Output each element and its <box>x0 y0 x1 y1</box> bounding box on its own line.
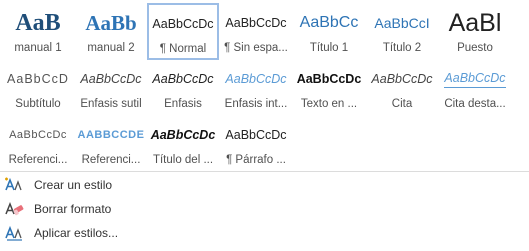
style-label: Énfasis <box>164 98 202 110</box>
style-label: Énfasis int... <box>224 98 288 110</box>
style-preview: AaBbCcDc <box>152 17 214 31</box>
create-style-label: Crear un estilo <box>34 178 113 192</box>
style-preview: AaBbCcDc <box>296 72 362 86</box>
style-referencia-intensa[interactable]: AABBCCDE Referenci... <box>75 115 147 172</box>
clear-formatting-label: Borrar formato <box>34 202 112 216</box>
style-titulo-2[interactable]: AaBbCcI Título 2 <box>366 3 438 60</box>
style-preview: AaBbCcDc <box>225 16 287 30</box>
style-preview: AaBbCc <box>299 14 359 31</box>
apply-styles-command[interactable]: Aplicar estilos... <box>4 222 204 244</box>
style-label: ¶ Sin espa... <box>224 42 288 54</box>
style-preview: AaBbCcDc <box>152 72 214 86</box>
style-enfasis-intenso[interactable]: AaBbCcDc Énfasis int... <box>220 59 292 116</box>
style-preview: AaBbCcDc <box>225 72 287 86</box>
style-preview: AaBbCcD <box>7 72 69 86</box>
style-manual-1[interactable]: AaB manual 1 <box>2 3 74 60</box>
clear-formatting-command[interactable]: Borrar formato <box>4 198 204 220</box>
style-sin-espaciado[interactable]: AaBbCcDc ¶ Sin espa... <box>220 3 292 60</box>
style-preview: AaBbCcDc <box>150 128 216 142</box>
style-label: ¶ Párrafo ... <box>226 154 286 166</box>
style-label: Texto en ... <box>300 98 358 110</box>
style-preview: AaBb <box>85 10 137 35</box>
style-subtitulo[interactable]: AaBbCcD Subtítulo <box>2 59 74 116</box>
style-preview: AaBbCcDc <box>444 71 506 88</box>
style-label: Puesto <box>457 42 493 54</box>
create-style-command[interactable]: Crear un estilo <box>4 174 204 196</box>
style-parrafo-de-lista[interactable]: AaBbCcDc ¶ Párrafo ... <box>220 115 292 172</box>
style-label: manual 2 <box>87 42 135 54</box>
style-enfasis-sutil[interactable]: AaBbCcDc Énfasis sutil <box>75 59 147 116</box>
style-cita-destacada[interactable]: AaBbCcDc Cita desta... <box>439 59 511 116</box>
style-preview: AaBbCcDc <box>9 129 67 141</box>
style-preview: AaBl <box>448 8 502 37</box>
style-label: Subtítulo <box>15 98 61 110</box>
styles-gallery: AaB manual 1 AaBb manual 2 AaBbCcDc ¶ No… <box>0 0 529 172</box>
apply-styles-label: Aplicar estilos... <box>34 226 119 240</box>
style-label: Título 2 <box>382 42 422 54</box>
style-manual-2[interactable]: AaBb manual 2 <box>75 3 147 60</box>
style-preview: AaB <box>15 9 61 36</box>
create-style-icon <box>4 176 26 194</box>
apply-styles-icon <box>4 224 26 242</box>
style-label: Título 1 <box>309 42 349 54</box>
style-preview: AaBbCcDc <box>80 72 142 86</box>
style-preview: AABBCCDE <box>77 129 145 141</box>
style-label: Cita <box>391 98 413 110</box>
style-preview: AaBbCcDc <box>371 72 433 86</box>
style-cita[interactable]: AaBbCcDc Cita <box>366 59 438 116</box>
style-label: manual 1 <box>14 42 62 54</box>
style-label: ¶ Normal <box>159 43 207 55</box>
style-texto-en-negrita[interactable]: AaBbCcDc Texto en ... <box>293 59 365 116</box>
menu-divider <box>0 171 529 172</box>
style-preview: AaBbCcI <box>374 15 430 31</box>
style-label: Referenci... <box>8 154 68 166</box>
style-preview: AaBbCcDc <box>225 128 287 142</box>
style-titulo-del-libro[interactable]: AaBbCcDc Título del ... <box>147 115 219 172</box>
style-normal[interactable]: AaBbCcDc ¶ Normal <box>147 3 219 60</box>
style-label: Énfasis sutil <box>80 98 142 110</box>
style-label: Título del ... <box>152 154 214 166</box>
style-puesto[interactable]: AaBl Puesto <box>439 3 511 60</box>
clear-formatting-icon <box>4 200 26 218</box>
style-label: Cita desta... <box>444 98 506 110</box>
style-label: Referenci... <box>81 154 141 166</box>
style-referencia-sutil[interactable]: AaBbCcDc Referenci... <box>2 115 74 172</box>
style-enfasis[interactable]: AaBbCcDc Énfasis <box>147 59 219 116</box>
style-titulo-1[interactable]: AaBbCc Título 1 <box>293 3 365 60</box>
